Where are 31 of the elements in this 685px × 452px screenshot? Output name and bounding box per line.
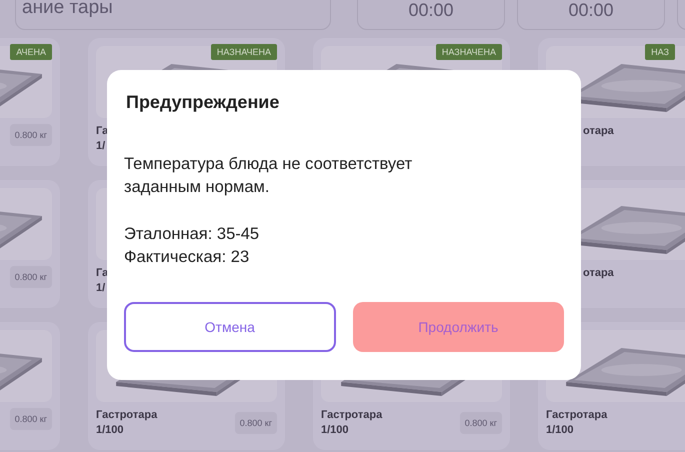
weight-chip: 0.800 кг <box>460 412 502 434</box>
cancel-button[interactable]: Отмена <box>124 302 336 352</box>
weight-chip: 0.800 кг <box>234 412 277 434</box>
time-field[interactable]: 00:00 <box>357 0 505 30</box>
status-badge: НАЗ <box>645 44 675 60</box>
product-name: отара <box>582 124 614 139</box>
weight-chip: 0.800 кг <box>10 408 52 430</box>
product-name: Гастротара <box>96 408 158 423</box>
temperature-line: Фактическая: 23 <box>124 247 250 268</box>
product-name: Гастротара <box>546 408 608 423</box>
status-badge: АЧЕНА <box>10 44 52 60</box>
product-size: 1/100 <box>96 423 124 438</box>
time-field[interactable]: 00:00 <box>517 0 665 30</box>
search-field[interactable]: ание тары <box>15 0 331 30</box>
product-size: 1/100 <box>321 423 349 438</box>
status-badge: НАЗНАЧЕНА <box>436 44 502 60</box>
dialog-message: Температура блюда не соответствует заданным нормам. <box>124 154 414 198</box>
product-card[interactable]: АЧЕНА 0.800 кг <box>0 38 60 166</box>
product-size: 1/ <box>96 139 106 154</box>
status-badge: НАЗНАЧЕНА <box>210 44 277 60</box>
product-card[interactable]: 0.800 кг <box>0 322 60 450</box>
continue-button[interactable]: Продолжить <box>352 302 564 352</box>
weight-chip: 0.800 кг <box>10 266 52 288</box>
temperature-line: Эталонная: 35-45 <box>124 224 260 245</box>
dialog-title: Предупреждение <box>126 92 280 113</box>
product-name: Гастротара <box>321 408 382 423</box>
weight-chip: 0.800 кг <box>10 124 52 146</box>
product-size: 1/100 <box>546 423 574 438</box>
product-card[interactable]: 0.800 кг <box>0 180 60 308</box>
product-name: отара <box>582 266 614 281</box>
product-size: 1/ <box>96 281 106 296</box>
